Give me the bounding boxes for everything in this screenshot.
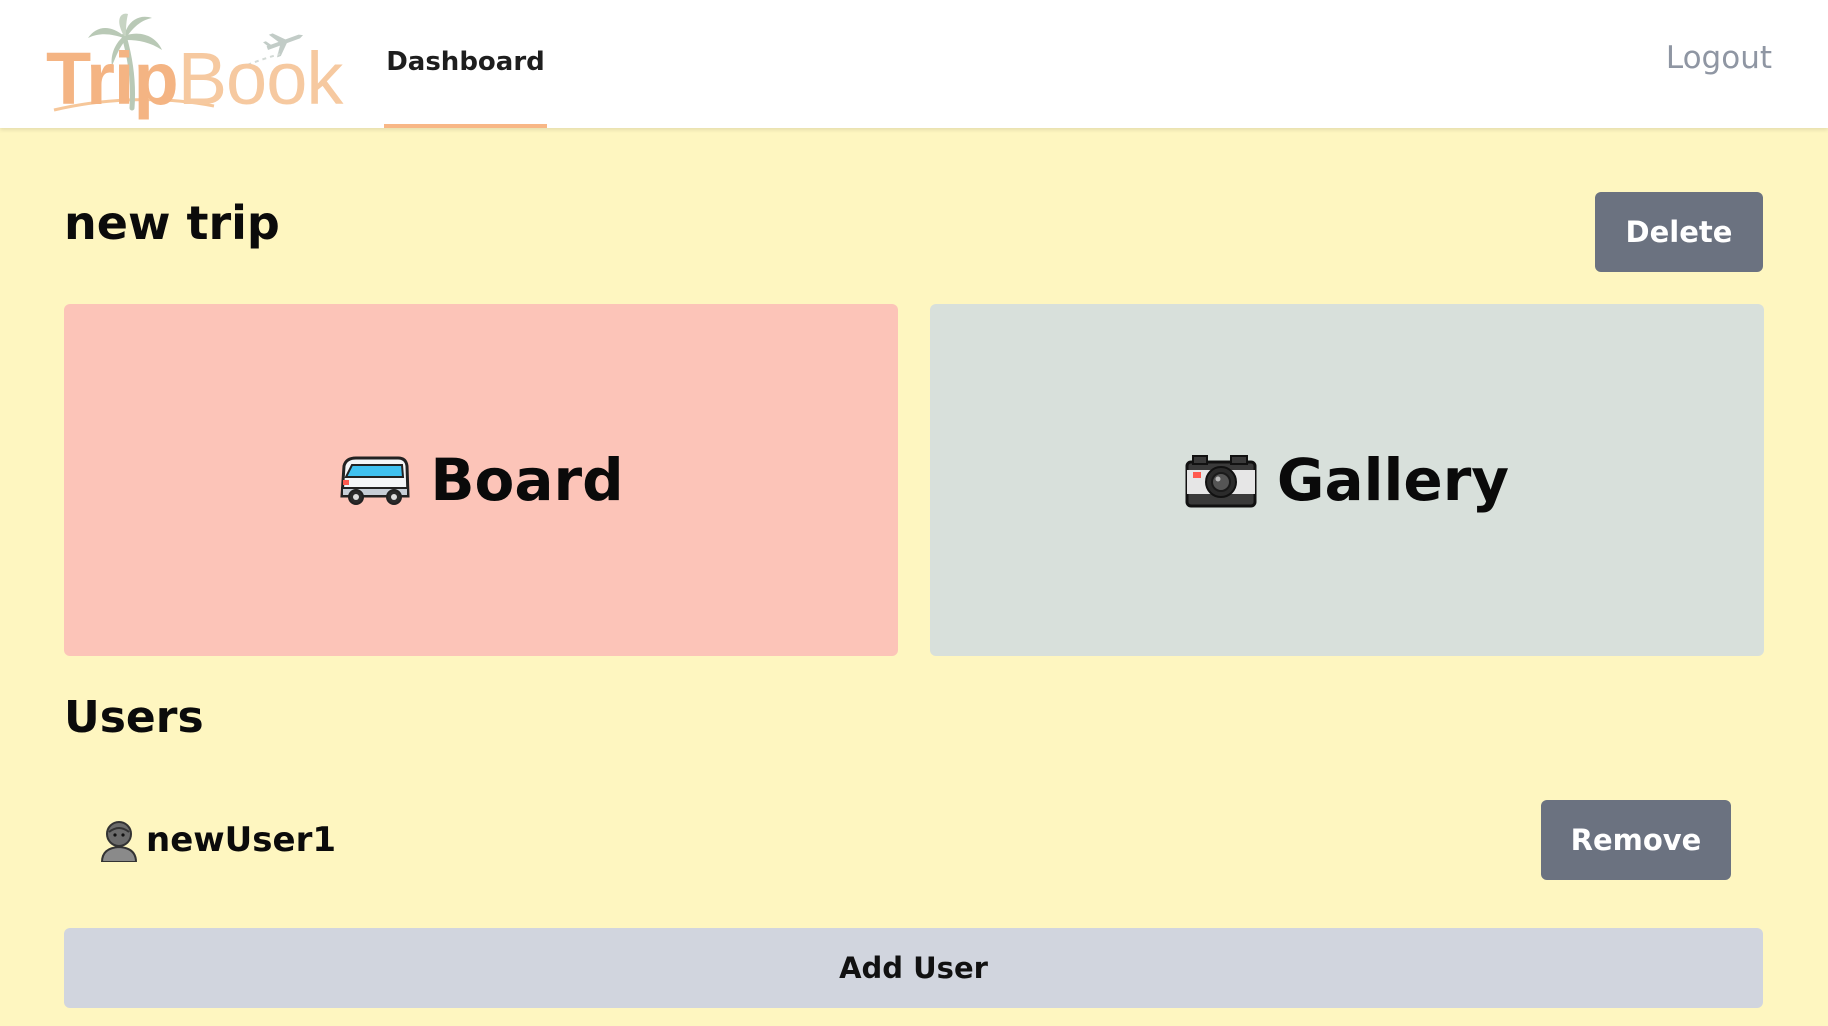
users-section-title: Users: [64, 692, 204, 743]
camera-icon: [1185, 455, 1257, 508]
logo-wordmark-trip: Trip: [46, 37, 179, 120]
top-navbar: TripBook Dashboard Logout: [0, 0, 1828, 128]
board-card-label: Board: [430, 446, 624, 514]
gallery-card[interactable]: Gallery: [930, 304, 1764, 656]
logo-wordmark: TripBook: [46, 42, 343, 116]
delete-trip-button[interactable]: Delete: [1595, 192, 1763, 272]
logout-link[interactable]: Logout: [1666, 40, 1772, 76]
person-icon: [100, 821, 138, 862]
remove-user-button[interactable]: Remove: [1541, 800, 1731, 880]
board-card[interactable]: Board: [64, 304, 898, 656]
nav-tab-dashboard[interactable]: Dashboard: [384, 0, 547, 128]
add-user-button[interactable]: Add User: [64, 928, 1763, 1008]
gallery-card-label: Gallery: [1276, 446, 1510, 514]
user-name: newUser1: [146, 820, 337, 860]
trip-title: new trip: [64, 196, 280, 250]
minibus-icon: [340, 456, 410, 505]
user-list-item: newUser1: [64, 796, 1764, 884]
logo-wordmark-book: Book: [177, 37, 344, 120]
tripbook-logo[interactable]: TripBook: [44, 12, 344, 116]
